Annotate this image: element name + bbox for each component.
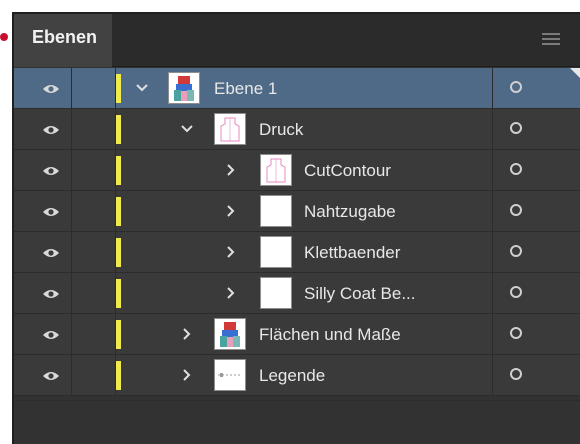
lock-toggle[interactable] (72, 314, 116, 355)
target-circle-icon[interactable] (510, 286, 522, 298)
annotation-marker (0, 33, 8, 41)
layer-thumbnail (214, 359, 246, 391)
target-column[interactable] (492, 68, 560, 109)
target-column[interactable] (492, 109, 560, 150)
layers-panel: Ebenen Ebene 1 Druck CutContour Nahtzugabe K… (12, 12, 580, 444)
layer-name: Ebene 1 (214, 79, 278, 98)
visibility-toggle[interactable] (28, 232, 72, 273)
layer-name: Nahtzugabe (304, 202, 396, 221)
chevron-down-icon[interactable] (134, 80, 150, 96)
layer-thumbnail (260, 195, 292, 227)
chevron-right-icon[interactable] (223, 203, 239, 219)
lock-toggle[interactable] (72, 273, 116, 314)
layer-color-bar (116, 197, 121, 226)
chevron-right-icon[interactable] (223, 162, 239, 178)
layer-color-bar (116, 115, 121, 144)
visibility-toggle[interactable] (28, 150, 72, 191)
target-circle-icon[interactable] (510, 163, 522, 175)
tab-label: Ebenen (32, 27, 98, 47)
panel-tab-bar: Ebenen (14, 14, 580, 67)
layer-row[interactable]: Nahtzugabe (14, 191, 580, 232)
layer-thumbnail (260, 154, 292, 186)
hamburger-menu-icon[interactable] (542, 33, 560, 47)
list-bottom-divider (14, 400, 580, 401)
target-column[interactable] (492, 191, 560, 232)
eye-icon (42, 369, 60, 381)
target-circle-icon[interactable] (510, 204, 522, 216)
target-column[interactable] (492, 355, 560, 396)
layer-row[interactable]: Silly Coat Be... (14, 273, 580, 314)
layer-thumbnail (214, 318, 246, 350)
layer-name: Druck (259, 120, 304, 139)
layer-row[interactable]: Legende (14, 355, 580, 396)
target-circle-icon[interactable] (510, 245, 522, 257)
target-circle-icon[interactable] (510, 122, 522, 134)
chevron-right-icon[interactable] (179, 367, 195, 383)
layer-color-bar (116, 156, 121, 185)
layer-name: Flächen und Maße (259, 325, 401, 344)
layer-name: Klettbaender (304, 243, 401, 262)
layer-color-bar (116, 238, 121, 267)
layer-row[interactable]: Druck (14, 109, 580, 150)
layer-thumbnail (260, 236, 292, 268)
lock-toggle[interactable] (72, 109, 116, 150)
visibility-toggle[interactable] (28, 191, 72, 232)
tab-ebenen[interactable]: Ebenen (14, 14, 112, 67)
target-column[interactable] (492, 273, 560, 314)
lock-toggle[interactable] (72, 150, 116, 191)
layer-name: Legende (259, 366, 326, 385)
eye-icon (42, 205, 60, 217)
target-circle-icon[interactable] (510, 81, 522, 93)
visibility-toggle[interactable] (28, 355, 72, 396)
lock-toggle[interactable] (72, 355, 116, 396)
target-circle-icon[interactable] (510, 368, 522, 380)
visibility-toggle[interactable] (28, 68, 72, 109)
layer-row[interactable]: Flächen und Maße (14, 314, 580, 355)
lock-toggle[interactable] (72, 191, 116, 232)
selection-corner-indicator (570, 68, 580, 78)
target-circle-icon[interactable] (510, 327, 522, 339)
layer-color-bar (116, 320, 121, 349)
lock-toggle[interactable] (72, 68, 116, 109)
layer-name: Silly Coat Be... (304, 284, 416, 303)
layer-row[interactable]: CutContour (14, 150, 580, 191)
target-column[interactable] (492, 314, 560, 355)
target-column[interactable] (492, 150, 560, 191)
layer-row[interactable]: Klettbaender (14, 232, 580, 273)
lock-toggle[interactable] (72, 232, 116, 273)
eye-icon (42, 328, 60, 340)
eye-icon (42, 123, 60, 135)
layer-color-bar (116, 74, 121, 103)
chevron-down-icon[interactable] (179, 121, 195, 137)
visibility-toggle[interactable] (28, 314, 72, 355)
eye-icon (42, 164, 60, 176)
layer-thumbnail (260, 277, 292, 309)
visibility-toggle[interactable] (28, 273, 72, 314)
layer-list: Ebene 1 Druck CutContour Nahtzugabe Klettbae… (14, 68, 580, 396)
layer-thumbnail (214, 113, 246, 145)
chevron-right-icon[interactable] (179, 326, 195, 342)
eye-icon (42, 287, 60, 299)
chevron-right-icon[interactable] (223, 285, 239, 301)
target-column[interactable] (492, 232, 560, 273)
layer-thumbnail (168, 72, 200, 104)
layer-name: CutContour (304, 161, 391, 180)
eye-icon (42, 82, 60, 94)
layer-row[interactable]: Ebene 1 (14, 68, 580, 109)
visibility-toggle[interactable] (28, 109, 72, 150)
layer-color-bar (116, 279, 121, 308)
layer-color-bar (116, 361, 121, 390)
chevron-right-icon[interactable] (223, 244, 239, 260)
eye-icon (42, 246, 60, 258)
